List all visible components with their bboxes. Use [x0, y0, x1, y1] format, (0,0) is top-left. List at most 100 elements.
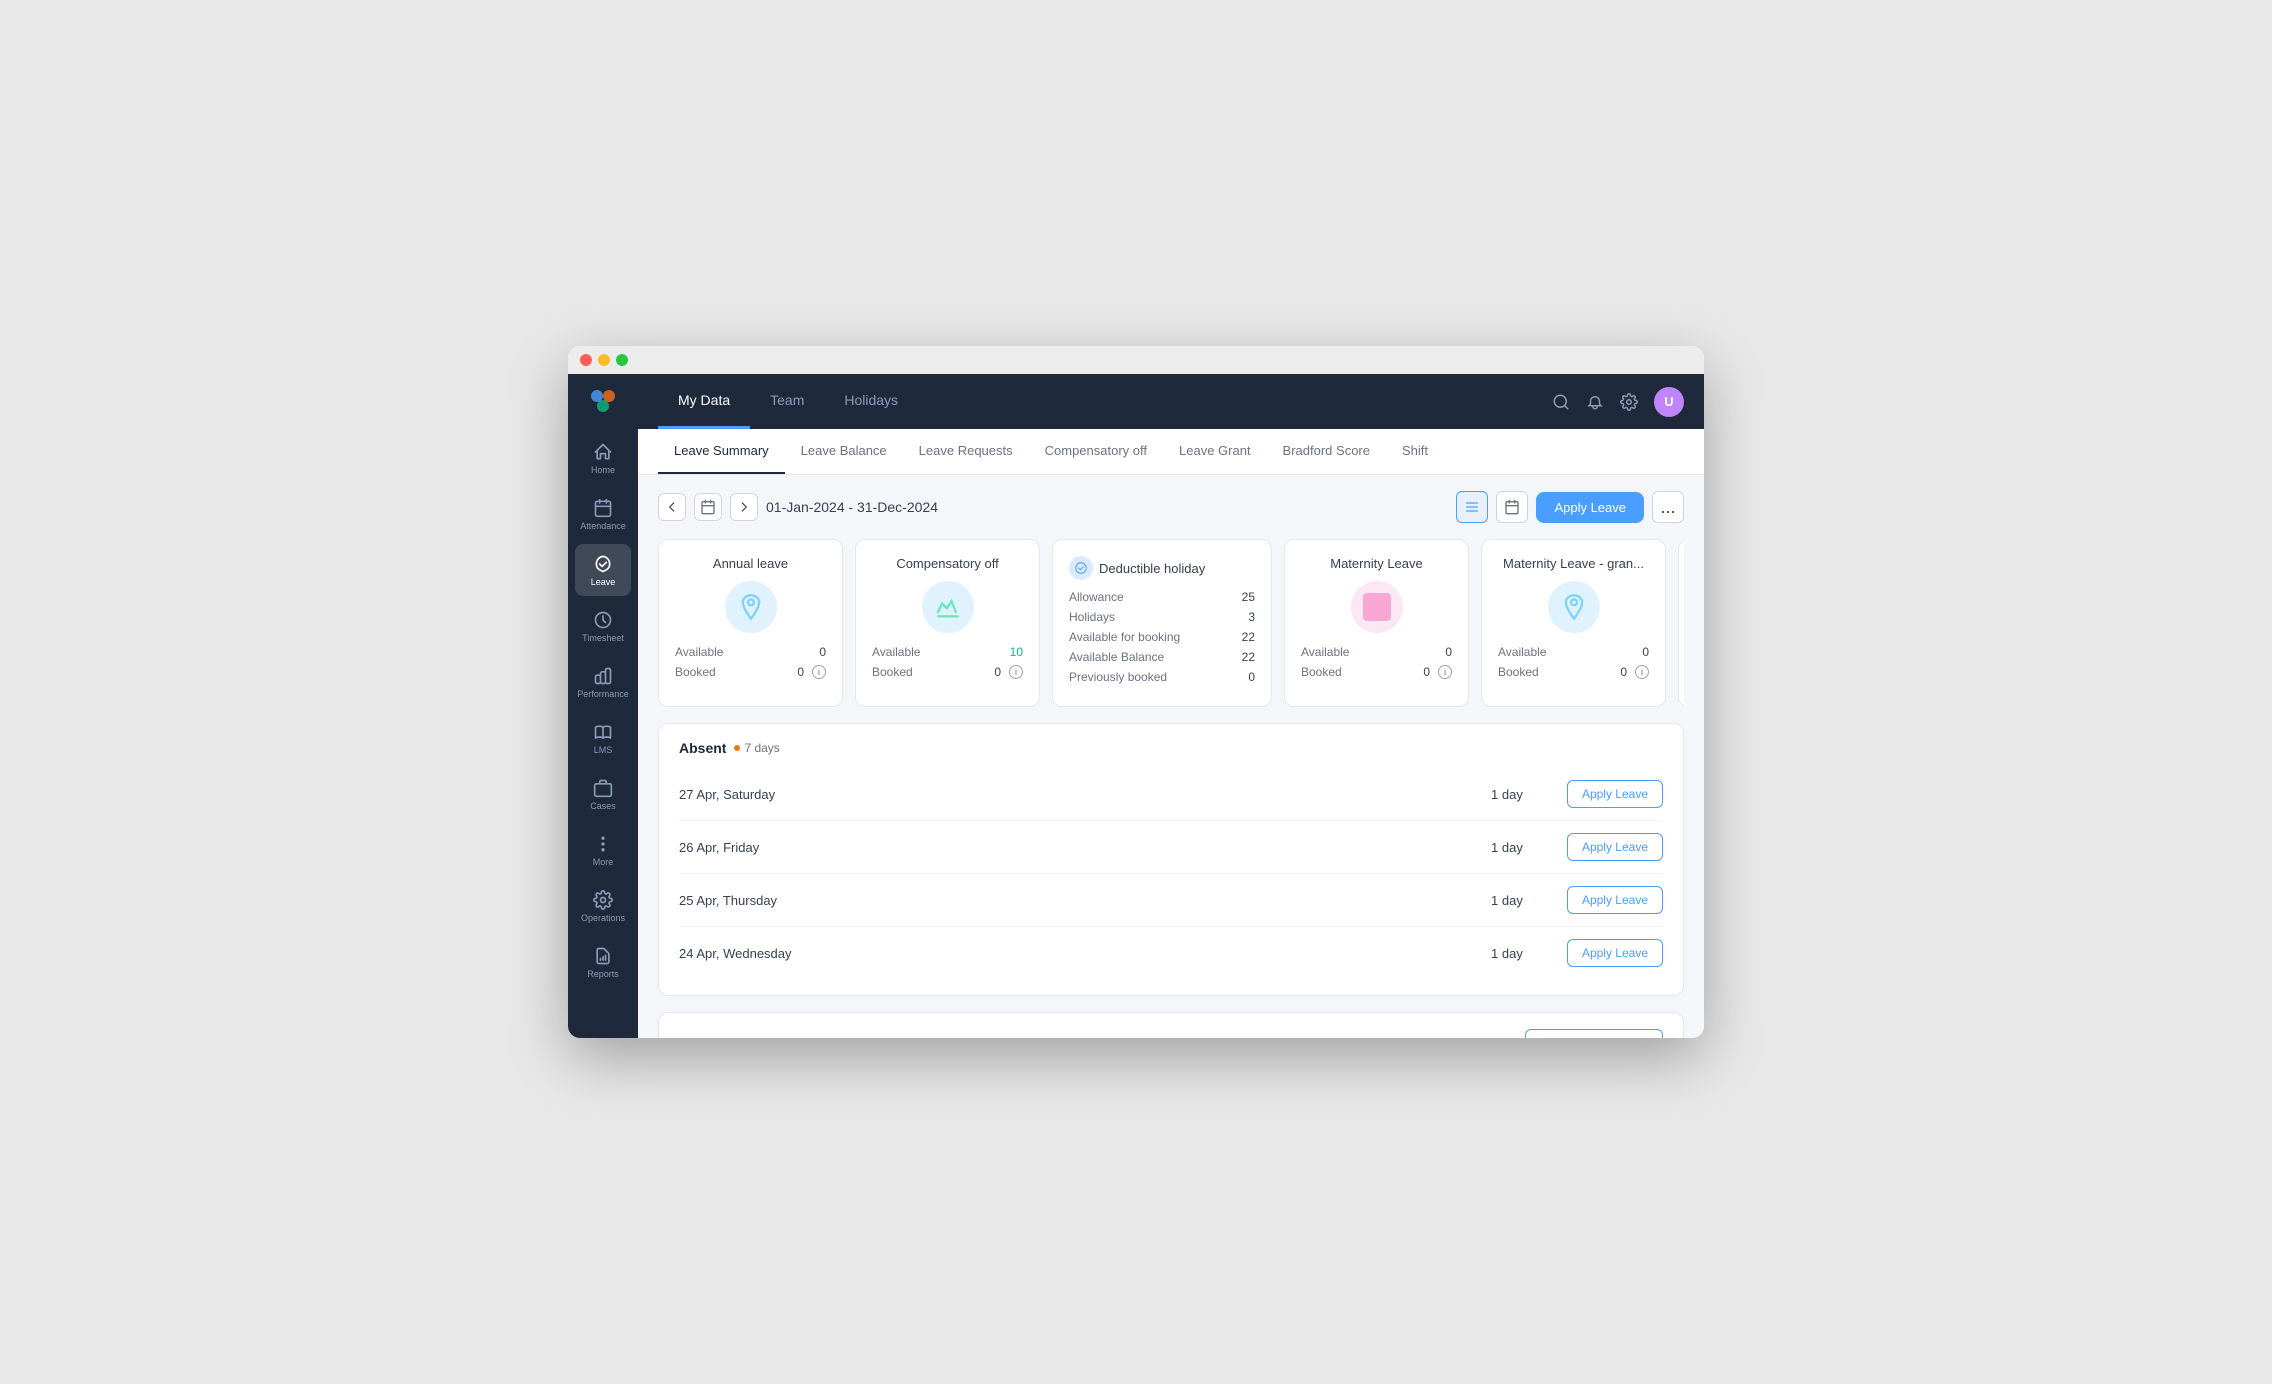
sidebar-label-operations: Operations [581, 913, 625, 923]
settings-icon[interactable] [1620, 393, 1638, 411]
sidebar-item-attendance[interactable]: Attendance [575, 488, 631, 540]
maternity-gran-booked: 0 [1620, 665, 1627, 679]
absent-badge: 7 days [734, 741, 779, 755]
sidebar-label-lms: LMS [594, 745, 613, 755]
apply-leave-row-2[interactable]: Apply Leave [1567, 886, 1663, 914]
bradford-date-range: 30-Apr-2023 - 29-Apr-2024 [789, 1036, 943, 1038]
maximize-btn[interactable] [616, 354, 628, 366]
date-next-btn[interactable] [730, 493, 758, 521]
sidebar-item-reports[interactable]: Reports [575, 936, 631, 988]
deductible-allowance: 25 [1242, 590, 1255, 604]
topnav-tab-team[interactable]: Team [750, 374, 824, 429]
sidebar-label-cases: Cases [590, 801, 616, 811]
leave-card-compensatory: Compensatory off Available 10 Booked [855, 539, 1040, 707]
absent-date-1: 26 Apr, Friday [679, 840, 1447, 855]
sidebar-label-reports: Reports [587, 969, 619, 979]
sidebar-item-operations[interactable]: Operations [575, 880, 631, 932]
maternity-gran-available: 0 [1642, 645, 1649, 659]
leave-card-annual: Annual leave Available 0 Booked [658, 539, 843, 707]
date-prev-btn[interactable] [658, 493, 686, 521]
apply-leave-row-3[interactable]: Apply Leave [1567, 939, 1663, 967]
leave-cards-row: Annual leave Available 0 Booked [658, 539, 1684, 707]
absent-days-2: 1 day [1447, 893, 1567, 908]
maternity-booked: 0 [1423, 665, 1430, 679]
search-icon[interactable] [1552, 393, 1570, 411]
date-selector-row: 01-Jan-2024 - 31-Dec-2024 Apply Leave ..… [658, 491, 1684, 523]
compensatory-available: 10 [1010, 645, 1023, 659]
calendar-icon[interactable] [694, 493, 722, 521]
sidebar-item-home[interactable]: Home [575, 432, 631, 484]
deductible-prev-booked: 0 [1248, 670, 1255, 684]
close-btn[interactable] [580, 354, 592, 366]
minimize-btn[interactable] [598, 354, 610, 366]
main-content: 01-Jan-2024 - 31-Dec-2024 Apply Leave ..… [638, 475, 1704, 1038]
absent-row-2: 25 Apr, Thursday 1 day Apply Leave [679, 874, 1663, 927]
topnav-tab-my-data[interactable]: My Data [658, 374, 750, 429]
top-navigation: My Data Team Holidays U [638, 374, 1704, 429]
subnav-tab-leave-requests[interactable]: Leave Requests [903, 429, 1029, 474]
maternity-gran-title: Maternity Leave - gran... [1498, 556, 1649, 571]
annual-booked-info[interactable]: i [812, 665, 826, 679]
sidebar-label-leave: Leave [591, 577, 616, 587]
subnav-tab-bradford-score[interactable]: Bradford Score [1267, 429, 1386, 474]
sidebar-item-leave[interactable]: Leave [575, 544, 631, 596]
subnav-tab-shift[interactable]: Shift [1386, 429, 1444, 474]
subnav-tab-leave-balance[interactable]: Leave Balance [785, 429, 903, 474]
bell-icon[interactable] [1586, 393, 1604, 411]
absent-row-3: 24 Apr, Wednesday 1 day Apply Leave [679, 927, 1663, 979]
maternity-gran-icon [1548, 581, 1600, 633]
bradford-header: Bradford Score 30-Apr-2023 - 29-Apr-2024… [679, 1029, 1663, 1038]
absent-date-2: 25 Apr, Thursday [679, 893, 1447, 908]
sidebar-label-more: More [593, 857, 614, 867]
subnav-tab-leave-summary[interactable]: Leave Summary [658, 429, 785, 474]
absent-days-1: 1 day [1447, 840, 1567, 855]
sidebar-label-performance: Performance [577, 689, 629, 699]
absent-dot [734, 745, 740, 751]
maternity-booked-info[interactable]: i [1438, 665, 1452, 679]
topnav-tab-holidays[interactable]: Holidays [824, 374, 918, 429]
user-avatar[interactable]: U [1654, 387, 1684, 417]
deductible-avail-balance: 22 [1242, 650, 1255, 664]
more-options-btn[interactable]: ... [1652, 491, 1684, 523]
maternity-title: Maternity Leave [1301, 556, 1452, 571]
subnav-tab-leave-grant[interactable]: Leave Grant [1163, 429, 1267, 474]
sidebar-label-home: Home [591, 465, 615, 475]
leave-card-maternity: Maternity Leave Available 0 Booked [1284, 539, 1469, 707]
sidebar-label-timesheet: Timesheet [582, 633, 624, 643]
sidebar-item-cases[interactable]: Cases [575, 768, 631, 820]
leave-card-deductible: Deductible holiday Allowance 25 Holidays… [1052, 539, 1272, 707]
absent-row-1: 26 Apr, Friday 1 day Apply Leave [679, 821, 1663, 874]
titlebar [568, 346, 1704, 374]
sub-navigation: Leave Summary Leave Balance Leave Reques… [638, 429, 1704, 475]
sidebar-item-lms[interactable]: LMS [575, 712, 631, 764]
grid-view-btn[interactable] [1496, 491, 1528, 523]
subnav-tab-compensatory-off[interactable]: Compensatory off [1029, 429, 1163, 474]
apply-leave-row-0[interactable]: Apply Leave [1567, 780, 1663, 808]
compensatory-booked-info[interactable]: i [1009, 665, 1023, 679]
absent-days-0: 1 day [1447, 787, 1567, 802]
annual-leave-icon [725, 581, 777, 633]
date-range-text: 01-Jan-2024 - 31-Dec-2024 [766, 499, 938, 515]
app-logo [585, 384, 621, 420]
annual-booked: 0 [797, 665, 804, 679]
compensatory-title: Compensatory off [872, 556, 1023, 571]
absent-date-0: 27 Apr, Saturday [679, 787, 1447, 802]
maternity-gran-booked-info[interactable]: i [1635, 665, 1649, 679]
apply-leave-header-button[interactable]: Apply Leave [1536, 492, 1644, 523]
deductible-holidays: 3 [1248, 610, 1255, 624]
apply-leave-row-1[interactable]: Apply Leave [1567, 833, 1663, 861]
absent-date-3: 24 Apr, Wednesday [679, 946, 1447, 961]
deductible-icon [1069, 556, 1093, 580]
deductible-avail-booking: 22 [1242, 630, 1255, 644]
list-view-btn[interactable] [1456, 491, 1488, 523]
maternity-available: 0 [1445, 645, 1452, 659]
compensatory-booked: 0 [994, 665, 1001, 679]
absent-days-3: 1 day [1447, 946, 1567, 961]
sidebar-item-performance[interactable]: Performance [575, 656, 631, 708]
view-detailed-score-btn[interactable]: View Detailed Score [1525, 1029, 1663, 1038]
annual-available: 0 [819, 645, 826, 659]
absent-title: Absent [679, 740, 726, 756]
sidebar-item-timesheet[interactable]: Timesheet [575, 600, 631, 652]
sidebar-item-more[interactable]: More [575, 824, 631, 876]
deductible-title: Deductible holiday [1099, 561, 1205, 576]
